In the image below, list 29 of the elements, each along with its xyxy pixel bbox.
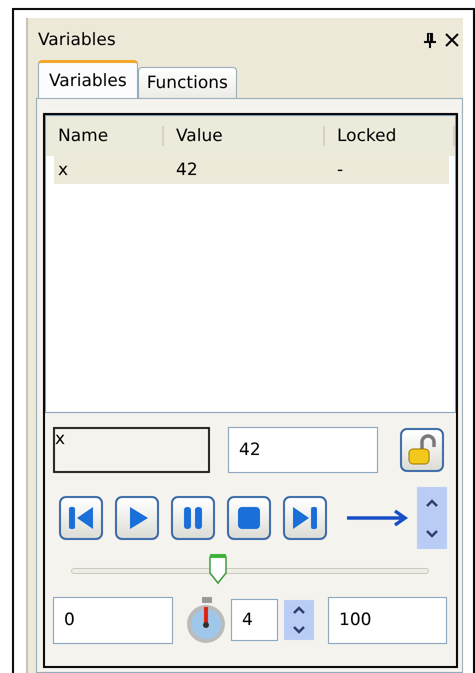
panel-title: Variables bbox=[37, 30, 117, 50]
tab[interactable]: Functions bbox=[138, 67, 237, 98]
close-icon[interactable] bbox=[445, 33, 459, 47]
media-button[interactable] bbox=[227, 496, 271, 540]
name-field[interactable]: x bbox=[53, 427, 210, 473]
table-cell-text: 42 bbox=[175, 160, 199, 180]
open-padlock-icon bbox=[406, 433, 438, 467]
table-cell-text: x bbox=[57, 160, 70, 180]
spin-buttons[interactable] bbox=[284, 600, 314, 640]
spin-buttons[interactable] bbox=[417, 487, 447, 549]
table-row[interactable]: x 42 - bbox=[54, 156, 449, 184]
media-button[interactable] bbox=[283, 496, 327, 540]
media-button[interactable] bbox=[171, 496, 215, 540]
table-cell-text: - bbox=[336, 160, 344, 180]
pin-icon[interactable] bbox=[423, 32, 437, 48]
column-header[interactable]: Locked bbox=[325, 126, 455, 146]
slider-thumb[interactable] bbox=[208, 553, 228, 585]
lock-button[interactable] bbox=[400, 428, 444, 472]
interval-field[interactable]: 4 bbox=[231, 599, 278, 641]
maximum-field[interactable]: 100 bbox=[328, 596, 447, 644]
media-button[interactable] bbox=[115, 496, 159, 540]
minimum-field[interactable]: 0 bbox=[53, 596, 173, 644]
slider[interactable] bbox=[71, 553, 429, 587]
tab[interactable]: Variables bbox=[38, 60, 138, 98]
media-button[interactable] bbox=[59, 496, 103, 540]
right-arrow-icon[interactable] bbox=[345, 508, 409, 528]
value-field[interactable]: 42 bbox=[228, 427, 378, 473]
column-header[interactable]: Value bbox=[164, 126, 325, 146]
column-header[interactable]: Name bbox=[46, 126, 164, 146]
